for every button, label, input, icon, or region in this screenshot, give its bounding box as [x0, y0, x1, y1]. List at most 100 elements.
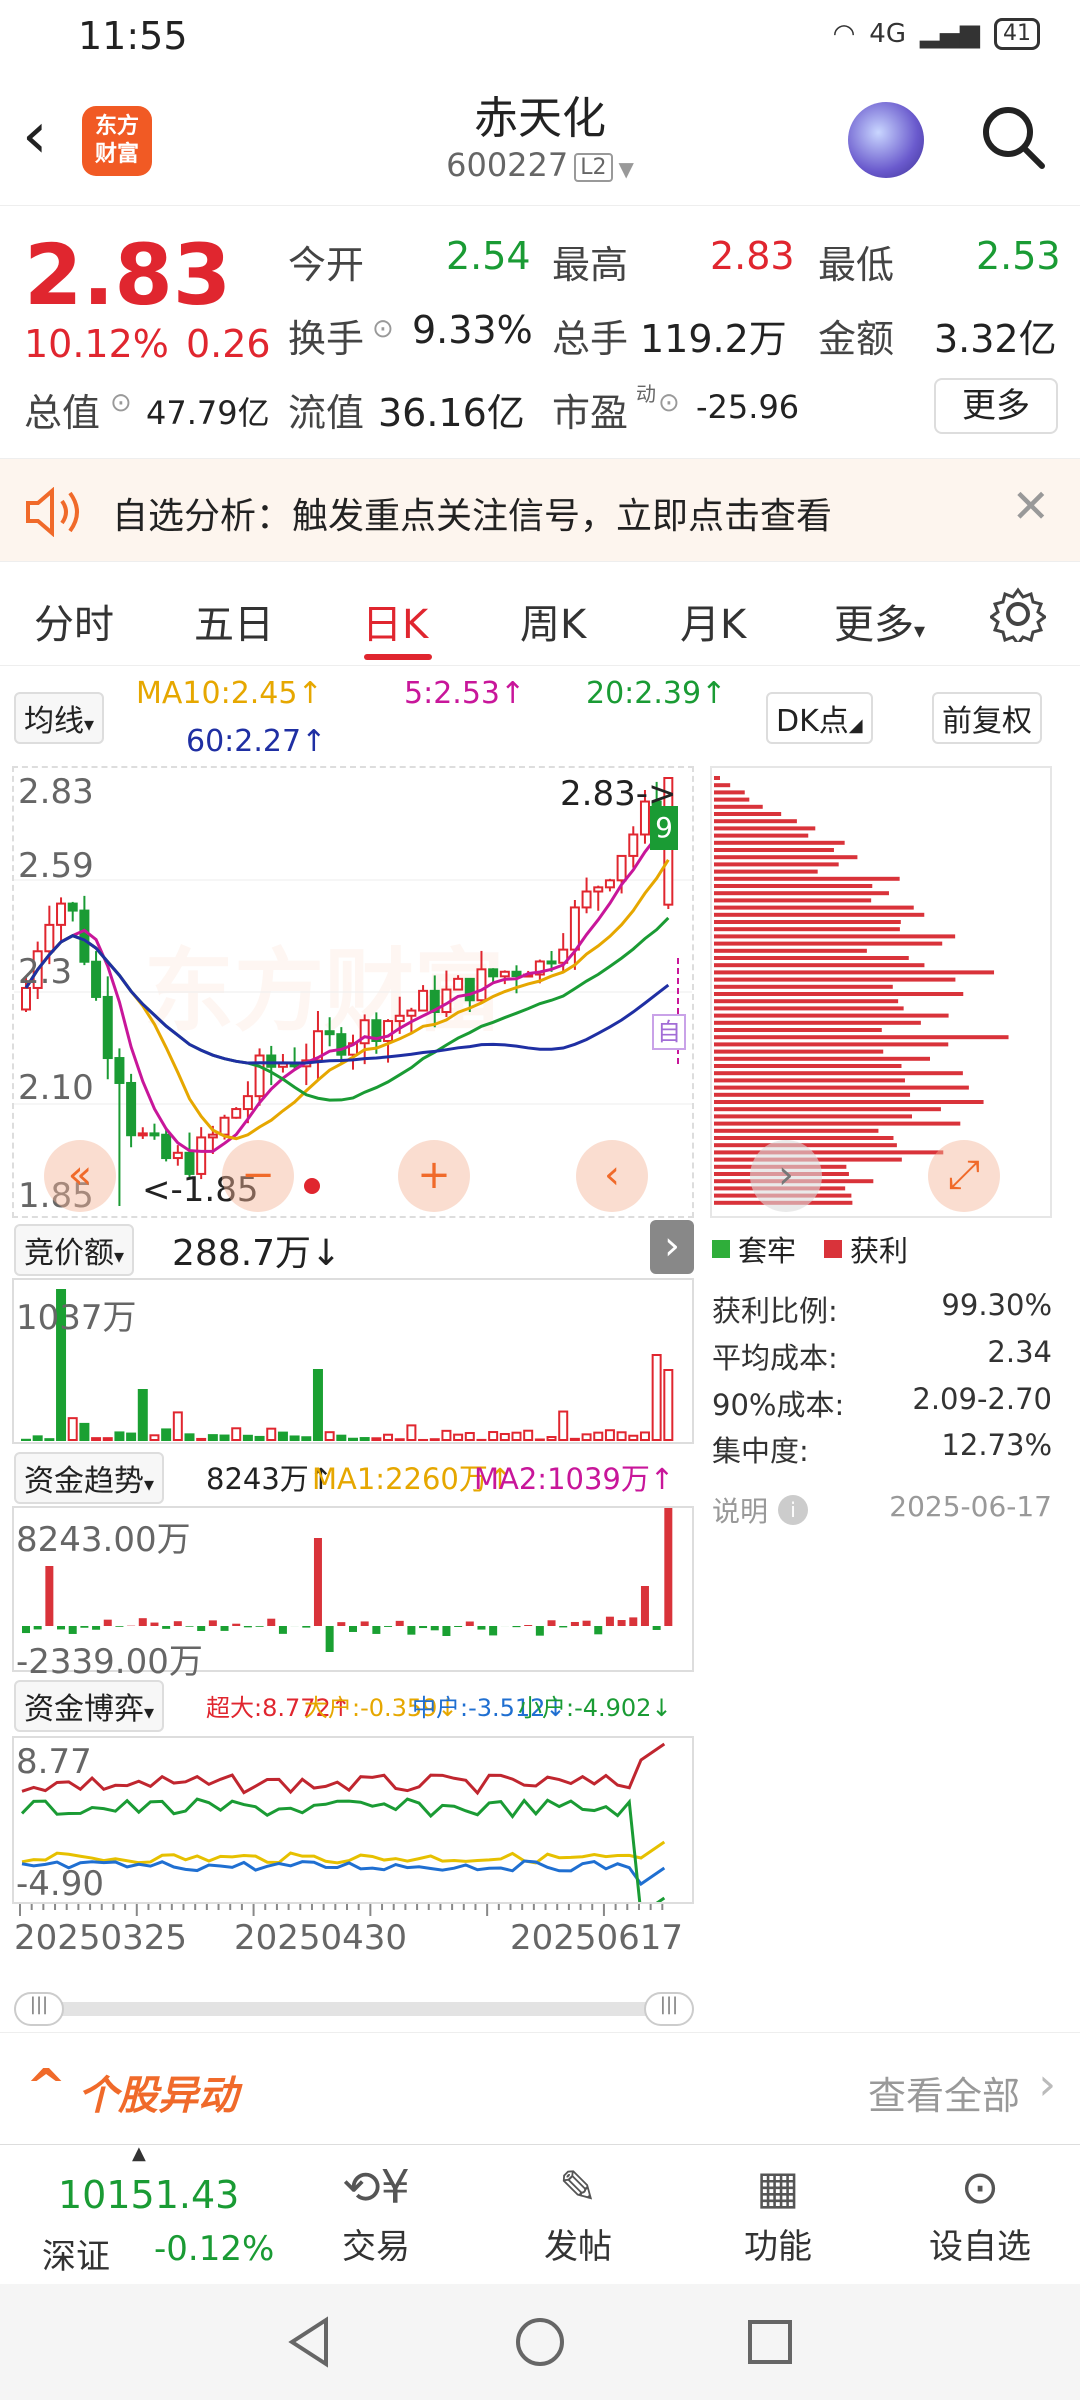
alert-banner[interactable]: 自选分析：触发重点关注信号，立即点击查看 ✕: [0, 458, 1080, 562]
chip-bar: [714, 1085, 969, 1090]
index-ticker[interactable]: ▲ 10151.43 深证 -0.12%: [14, 2143, 284, 2285]
scroll-left-fast-button[interactable]: «: [44, 1140, 116, 1212]
header: ‹ 东方 财富 赤天化 600227 L2 ▼: [0, 72, 1080, 206]
tab-intraday[interactable]: 分时: [34, 592, 114, 650]
section-header[interactable]: ^ 个股异动 查看全部 ›: [0, 2032, 1080, 2144]
candle-body: [44, 923, 55, 953]
chip-date: 2025-06-17: [889, 1490, 1052, 1523]
search-icon[interactable]: [978, 102, 1048, 172]
chip-bar: [714, 1071, 963, 1076]
auction-bar: [593, 1431, 604, 1441]
tab-five-day[interactable]: 五日: [194, 592, 274, 650]
auction-bar: [114, 1431, 125, 1442]
fund-bar: [57, 1626, 66, 1630]
chevron-right-icon[interactable]: ›: [750, 1140, 822, 1212]
chip-bar: [714, 927, 900, 932]
fund-bar: [232, 1623, 241, 1626]
auction-bar: [254, 1435, 265, 1441]
auction-bar: [184, 1433, 195, 1441]
scroll-left-button[interactable]: ‹: [576, 1140, 648, 1212]
chip-distribution-chart[interactable]: › ⤢: [710, 766, 1052, 1218]
fund-bar: [197, 1626, 206, 1631]
auction-bar: [32, 1435, 43, 1441]
index-name: 深证: [42, 2237, 110, 2277]
candle-body: [604, 879, 615, 889]
period-tabs: 分时 五日 日K 周K 月K 更多▾: [0, 562, 1080, 666]
candle-body: [453, 977, 464, 991]
robot-avatar[interactable]: [848, 102, 924, 178]
nav-watchlist[interactable]: ⊙ 设自选: [900, 2155, 1060, 2268]
system-nav-bar: [0, 2284, 1080, 2400]
auction-bar: [126, 1432, 137, 1441]
chip-bar: [714, 783, 731, 788]
range-scrollbar[interactable]: ||| |||: [14, 1992, 694, 2026]
tab-more[interactable]: 更多▾: [834, 592, 925, 650]
home-circle-icon[interactable]: [512, 2314, 568, 2370]
ma-type-select[interactable]: 均线▾: [14, 692, 105, 744]
adjust-button[interactable]: 前复权: [932, 692, 1042, 744]
auction-bar: [172, 1411, 183, 1441]
dk-point-button[interactable]: DK点◢: [766, 692, 873, 744]
info-icon[interactable]: ⊙: [658, 388, 680, 418]
caret-down-icon: ▾: [914, 619, 926, 644]
date-end: 20250617: [510, 1918, 684, 1958]
back-triangle-icon[interactable]: [282, 2314, 338, 2370]
chip-bar: [714, 941, 943, 946]
chip-bar: [714, 804, 763, 809]
range-handle-left[interactable]: |||: [14, 1992, 64, 2026]
auction-bar: [196, 1437, 207, 1442]
nav-trade[interactable]: ⟲¥ 交易: [296, 2155, 456, 2268]
info-icon[interactable]: ⊙: [372, 314, 394, 344]
chip-bar: [714, 970, 995, 975]
index-value: 10151.43: [58, 2173, 240, 2217]
ma60-label: 60:2.27↑: [186, 724, 327, 759]
auction-select[interactable]: 竞价额▾: [14, 1224, 135, 1276]
tab-weekly-k[interactable]: 周K: [520, 592, 586, 650]
auction-bar: [511, 1431, 522, 1441]
info-icon[interactable]: ⊙: [110, 388, 132, 418]
chip-bar: [714, 1028, 882, 1032]
section-title: 个股异动: [78, 2073, 238, 2119]
fund-game-select[interactable]: 资金博弈▾: [14, 1680, 165, 1732]
nav-functions[interactable]: ▦ 功能: [698, 2155, 858, 2268]
chip-bar: [714, 840, 845, 845]
candle-body: [569, 906, 580, 951]
expand-icon[interactable]: ⤢: [928, 1140, 1000, 1212]
candle-body: [476, 968, 487, 1002]
fund-bar: [419, 1626, 428, 1629]
chevron-right-icon[interactable]: ›: [1038, 2059, 1056, 2110]
kline-chart[interactable]: 东方财富 2.83 2.59 2.3 2.10 1.85 2.83-> <-1.…: [12, 766, 694, 1218]
chip-note[interactable]: 说明 i: [712, 1490, 809, 1530]
collapse-panel-button[interactable]: ›: [650, 1220, 694, 1274]
candle-body: [336, 1033, 347, 1056]
view-all-link[interactable]: 查看全部: [868, 2065, 1020, 2120]
zoom-in-button[interactable]: +: [398, 1140, 470, 1212]
fund-bar: [384, 1626, 393, 1627]
chip-bar: [714, 1078, 905, 1083]
fund-trend-select[interactable]: 资金趋势▾: [14, 1452, 165, 1504]
concentration-label: 集中度:: [712, 1434, 809, 1468]
tab-daily-k[interactable]: 日K: [362, 592, 428, 650]
more-button[interactable]: 更多: [934, 378, 1058, 434]
gear-icon[interactable]: [990, 586, 1046, 642]
auction-value: 288.7万↓: [172, 1233, 342, 1274]
tab-monthly-k[interactable]: 月K: [680, 592, 746, 650]
recents-square-icon[interactable]: [742, 2314, 798, 2370]
info-icon: i: [778, 1495, 809, 1525]
fund-bar: [652, 1626, 661, 1630]
self-select-marker[interactable]: 自: [652, 1014, 686, 1050]
pe-value: -25.96: [696, 388, 800, 426]
range-handle-right[interactable]: |||: [644, 1992, 694, 2026]
chip-bar: [714, 956, 909, 960]
close-icon[interactable]: ✕: [1011, 479, 1050, 533]
float-label: 流值: [288, 391, 365, 435]
auction-bar: [359, 1437, 370, 1442]
note-label: 说明: [712, 1495, 769, 1528]
nav-post[interactable]: ✎ 发帖: [498, 2155, 658, 2268]
fund-game-svg: [20, 1742, 666, 1902]
chip-bar: [714, 1042, 949, 1047]
fund-bar: [360, 1621, 369, 1626]
fund-bar: [243, 1626, 252, 1628]
zoom-out-button[interactable]: −: [222, 1140, 294, 1212]
fund-bar: [92, 1626, 101, 1630]
